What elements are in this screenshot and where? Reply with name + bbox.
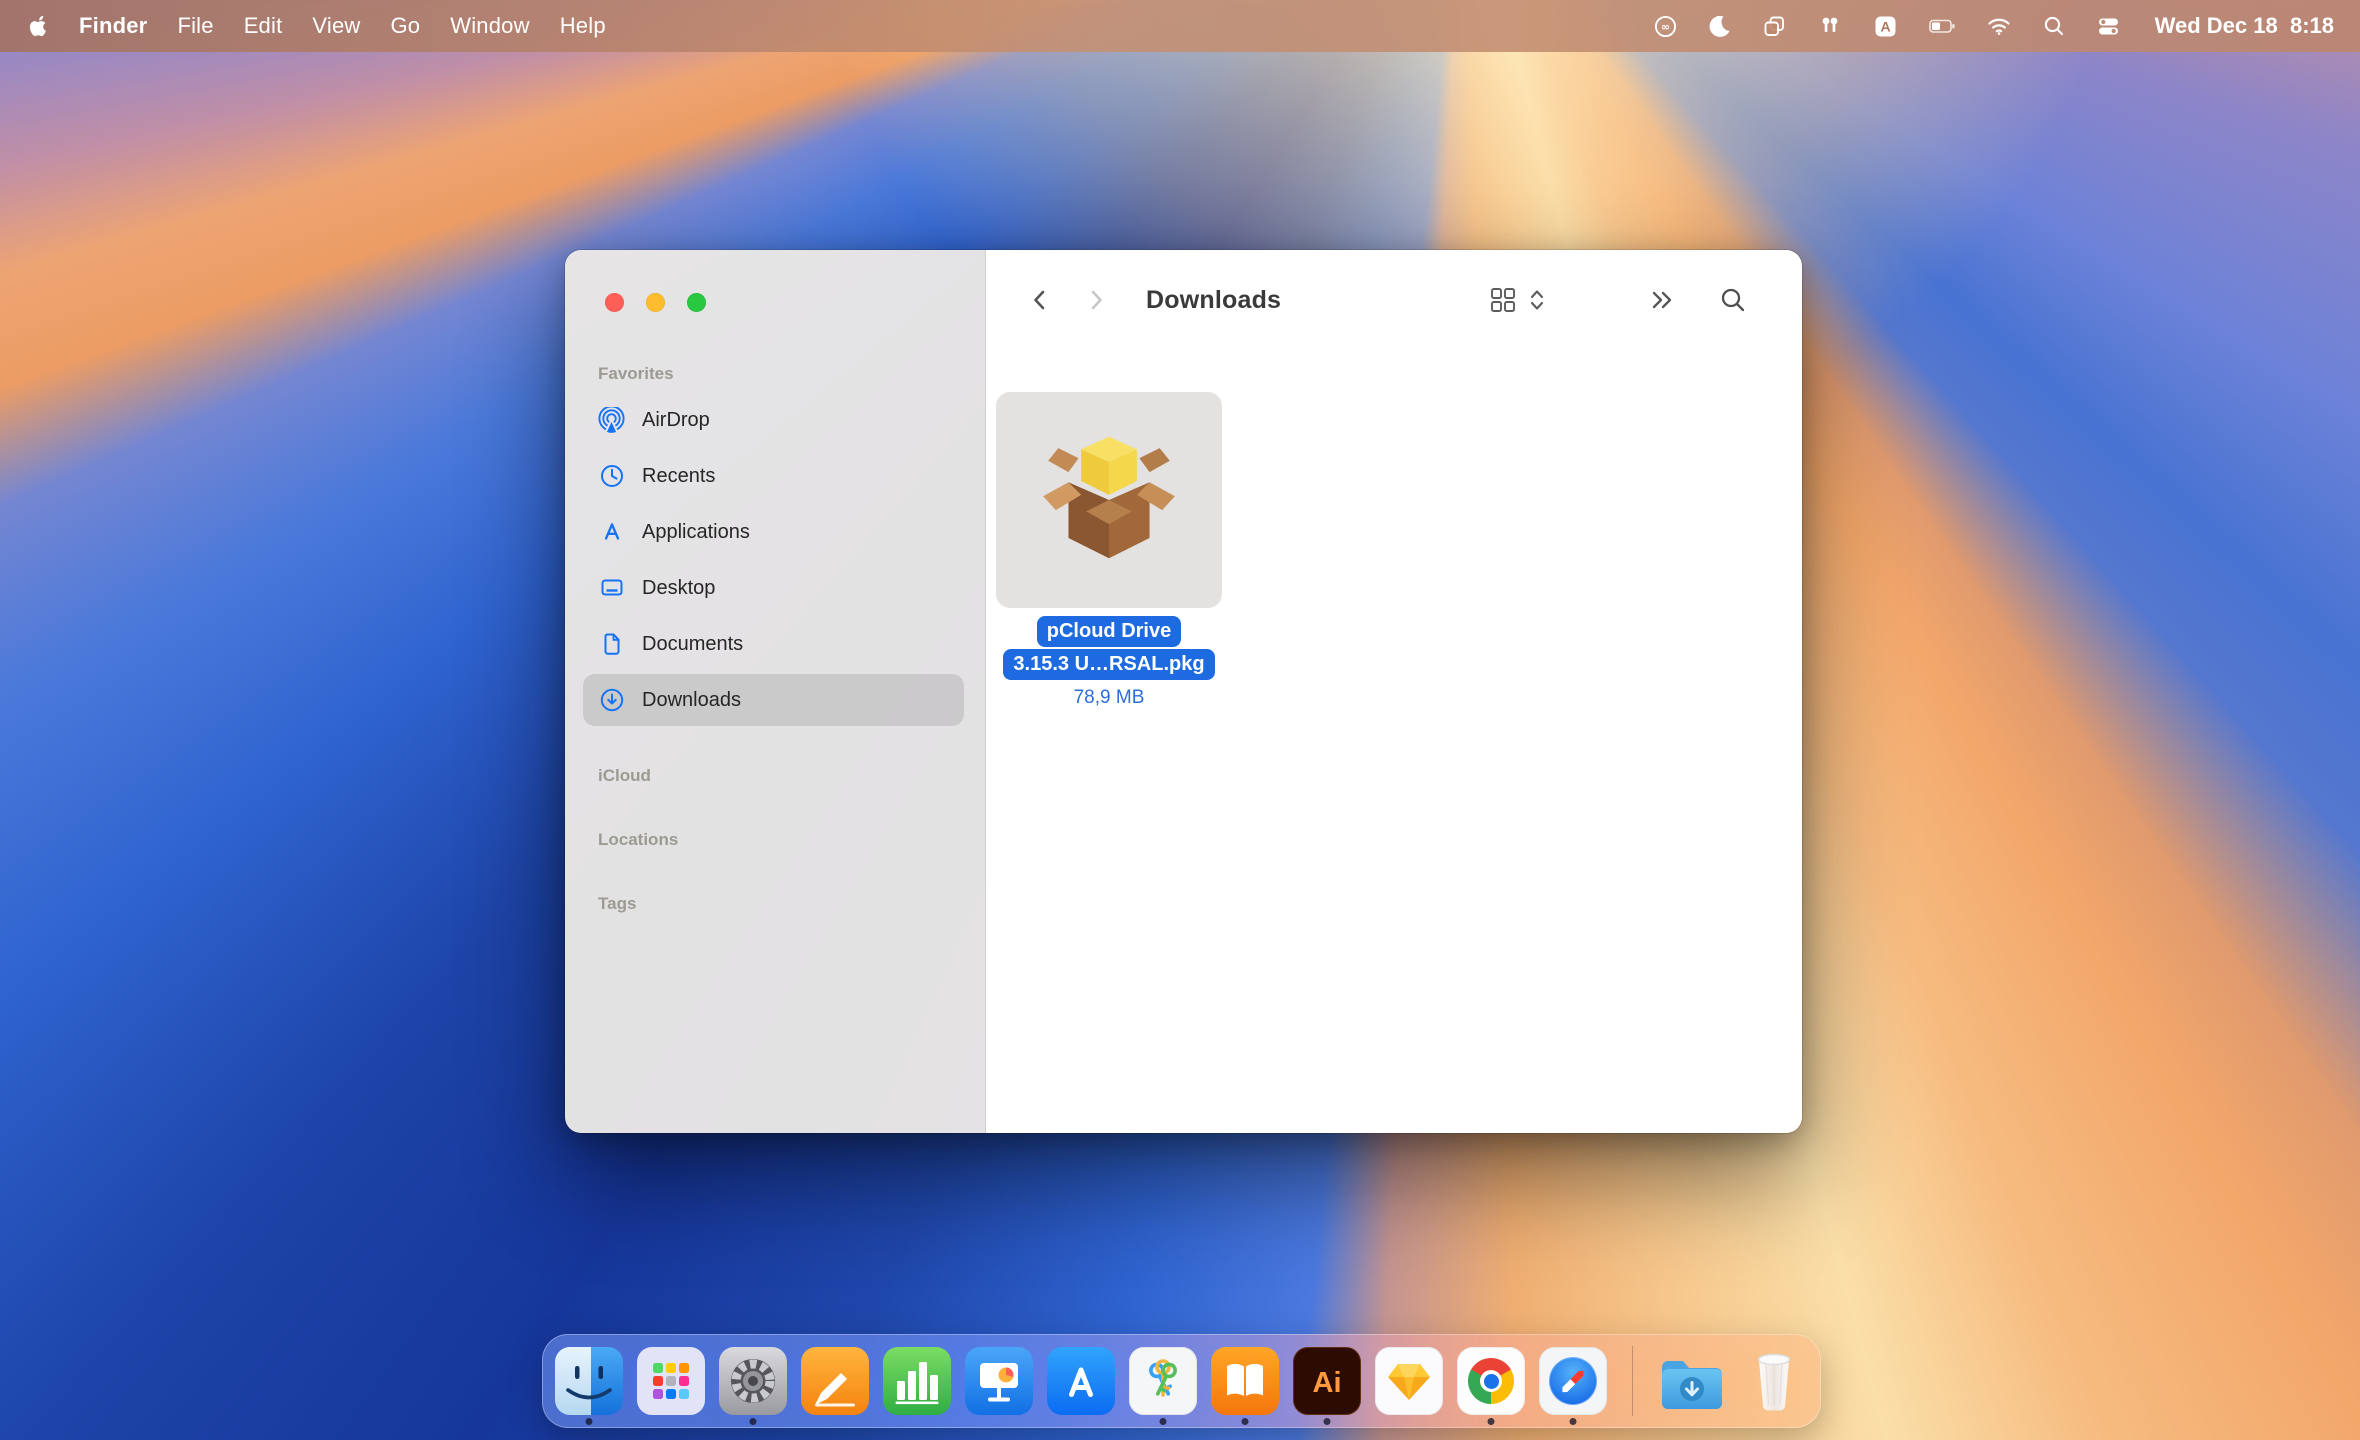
sidebar-section-icloud: iCloud <box>598 766 651 786</box>
running-indicator <box>1160 1418 1167 1425</box>
toolbar-title: Downloads <box>1146 286 1281 315</box>
finder-toolbar: Downloads <box>986 250 1802 350</box>
sidebar-section-favorites: Favorites <box>598 364 674 384</box>
menu-bar: Finder File Edit View Go Window Help ∞ A <box>0 0 2360 52</box>
view-switcher[interactable] <box>1488 285 1546 315</box>
dock-icon-passwords[interactable] <box>1129 1347 1197 1415</box>
dock-icon-trash[interactable] <box>1740 1347 1808 1415</box>
dock-icon-pages[interactable] <box>801 1347 869 1415</box>
focus-moon-icon[interactable] <box>1708 14 1732 38</box>
running-indicator <box>1488 1418 1495 1425</box>
folder-content-area[interactable]: pCloud Drive 3.15.3 U…RSAL.pkg 78,9 MB <box>986 350 1802 1133</box>
sidebar-item-airdrop[interactable]: AirDrop <box>565 392 985 448</box>
chrome-icon-core <box>1484 1374 1499 1389</box>
dock-icon-illustrator[interactable]: Ai <box>1293 1347 1361 1415</box>
clock-icon <box>598 463 625 489</box>
menu-bar-left: Finder File Edit View Go Window Help <box>26 13 621 39</box>
dock-icon-keynote[interactable] <box>965 1347 1033 1415</box>
finder-main-pane: Downloads <box>986 250 1802 1133</box>
dock-icon-system-settings[interactable] <box>719 1347 787 1415</box>
file-size-label: 78,9 MB <box>1074 687 1145 709</box>
running-indicator <box>1324 1418 1331 1425</box>
airpods-icon[interactable] <box>1817 14 1843 38</box>
menu-bar-status-area: ∞ A <box>1653 13 2334 39</box>
sidebar-section-tags: Tags <box>598 894 636 914</box>
grid-view-icon <box>1488 285 1518 315</box>
airdrop-icon <box>598 407 625 434</box>
sidebar-item-applications[interactable]: Applications <box>565 504 985 560</box>
sidebar-section-locations: Locations <box>598 830 678 850</box>
desktop: Finder File Edit View Go Window Help ∞ A <box>0 0 2360 1440</box>
dock: Ai <box>542 1334 1821 1428</box>
sidebar-item-label: Documents <box>642 633 743 656</box>
battery-icon[interactable] <box>1928 14 1956 38</box>
close-button[interactable] <box>605 293 624 312</box>
sidebar-item-label: Desktop <box>642 577 715 600</box>
search-button[interactable] <box>1718 285 1748 315</box>
running-indicator <box>586 1418 593 1425</box>
app-store-a-icon <box>598 519 625 545</box>
sidebar-item-label: Applications <box>642 521 750 544</box>
menu-finder[interactable]: Finder <box>79 13 147 39</box>
menu-go[interactable]: Go <box>391 13 421 39</box>
more-toolbar-items-button[interactable] <box>1648 286 1678 314</box>
sidebar-item-label: AirDrop <box>642 409 710 432</box>
creative-cloud-icon[interactable]: ∞ <box>1653 14 1678 39</box>
menu-window[interactable]: Window <box>450 13 529 39</box>
file-name-line1: pCloud Drive <box>1037 616 1181 647</box>
file-name-line2: 3.15.3 U…RSAL.pkg <box>1003 649 1214 680</box>
dock-icon-sketch[interactable] <box>1375 1347 1443 1415</box>
dock-icon-app-store[interactable] <box>1047 1347 1115 1415</box>
back-button[interactable] <box>1026 286 1054 314</box>
desktop-icon <box>598 575 625 601</box>
dock-icon-safari[interactable] <box>1539 1347 1607 1415</box>
dock-divider <box>1632 1346 1633 1416</box>
download-circle-icon <box>598 687 625 713</box>
running-indicator <box>750 1418 757 1425</box>
menu-file[interactable]: File <box>177 13 213 39</box>
dock-icon-books[interactable] <box>1211 1347 1279 1415</box>
sidebar-favorites-list: AirDrop Recents Applications <box>565 392 985 728</box>
apple-logo-icon[interactable] <box>26 13 50 39</box>
spotlight-icon[interactable] <box>2042 14 2066 38</box>
menu-view[interactable]: View <box>312 13 360 39</box>
sidebar-item-label: Downloads <box>642 689 741 712</box>
menu-edit[interactable]: Edit <box>244 13 283 39</box>
svg-text:∞: ∞ <box>1661 20 1670 33</box>
input-source-a-icon[interactable]: A <box>1873 14 1898 39</box>
wifi-icon[interactable] <box>1986 14 2012 38</box>
window-stack-icon[interactable] <box>1762 14 1787 39</box>
installer-package-icon[interactable] <box>996 392 1222 608</box>
minimize-button[interactable] <box>646 293 665 312</box>
dock-icon-finder[interactable] <box>555 1347 623 1415</box>
zoom-button[interactable] <box>687 293 706 312</box>
sidebar-item-label: Recents <box>642 465 715 488</box>
running-indicator <box>1242 1418 1249 1425</box>
menu-help[interactable]: Help <box>560 13 606 39</box>
file-pcloud-drive-pkg[interactable]: pCloud Drive 3.15.3 U…RSAL.pkg 78,9 MB <box>996 392 1222 709</box>
document-icon <box>598 631 625 657</box>
control-center-icon[interactable] <box>2096 14 2121 39</box>
sidebar-item-desktop[interactable]: Desktop <box>565 560 985 616</box>
menu-bar-clock[interactable]: Wed Dec 18 8:18 <box>2155 13 2334 39</box>
forward-button[interactable] <box>1082 286 1110 314</box>
svg-text:Ai: Ai <box>1313 1367 1342 1399</box>
sidebar-item-documents[interactable]: Documents <box>565 616 985 672</box>
svg-text:A: A <box>1880 18 1890 34</box>
dock-icon-downloads-folder[interactable] <box>1658 1347 1726 1415</box>
finder-sidebar: Favorites AirDrop Recents <box>565 250 986 1133</box>
dock-icon-chrome[interactable] <box>1457 1347 1525 1415</box>
running-indicator <box>1570 1418 1577 1425</box>
sidebar-item-recents[interactable]: Recents <box>565 448 985 504</box>
sidebar-item-downloads[interactable]: Downloads <box>565 672 985 728</box>
dock-icon-numbers[interactable] <box>883 1347 951 1415</box>
finder-window: Favorites AirDrop Recents <box>565 250 1802 1133</box>
sort-chevrons-icon <box>1528 286 1546 314</box>
dock-icon-launchpad[interactable] <box>637 1347 705 1415</box>
